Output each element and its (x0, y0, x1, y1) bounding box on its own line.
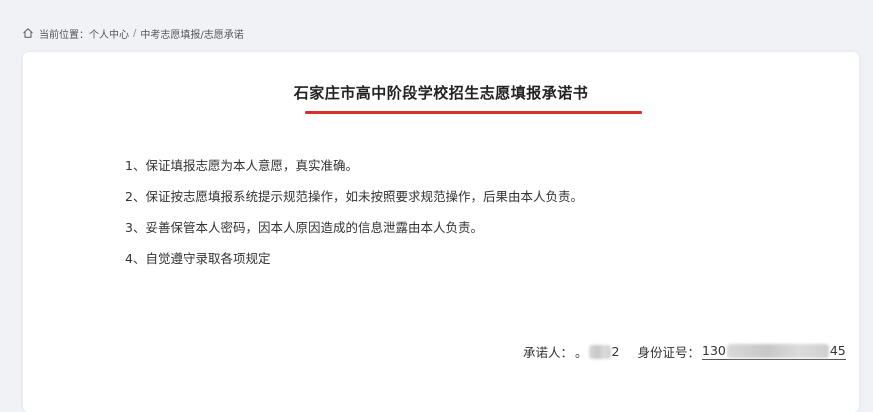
clause-item: 2、保证按志愿填报系统提示规范操作，如未按照要求规范操作，后果由本人负责。 (125, 189, 583, 204)
id-number-start: 130 (702, 343, 726, 358)
id-number-end: 45 (829, 343, 846, 358)
title-underline (305, 111, 642, 114)
breadcrumb-separator: / (133, 27, 137, 39)
signer-name-start: 。 (575, 345, 588, 360)
id-number-label: 身份证号： (637, 345, 700, 360)
redacted-name-blur (588, 344, 611, 359)
document-title: 石家庄市高中阶段学校招生志愿填报承诺书 (293, 84, 589, 102)
signer-label: 承诺人： (523, 345, 574, 360)
clause-item: 3、妥善保管本人密码，因本人原因造成的信息泄露由本人负责。 (125, 220, 483, 235)
breadcrumb-prefix: 当前位置： (39, 29, 89, 41)
breadcrumb-item-personal-center[interactable]: 个人中心 (89, 26, 129, 41)
clause-item: 4、自觉遵守录取各项规定 (125, 251, 271, 266)
commitment-card: 石家庄市高中阶段学校招生志愿填报承诺书 1、保证填报志愿为本人意愿，真实准确。 … (23, 52, 859, 412)
breadcrumb: 当前位置： 个人中心 / 中考志愿填报/志愿承诺 (22, 24, 244, 42)
id-number-value: 130 45 (702, 343, 846, 360)
breadcrumb-item-current: 中考志愿填报/志愿承诺 (140, 29, 244, 41)
signer-name-end: 2 (611, 344, 620, 359)
redacted-id-blur (726, 343, 829, 358)
home-icon (22, 27, 34, 39)
signature-row: 承诺人： 。 2 身份证号： 130 45 (523, 342, 846, 361)
signer-name: 。 2 (575, 342, 619, 361)
clause-item: 1、保证填报志愿为本人意愿，真实准确。 (125, 158, 358, 173)
commitment-clauses: 1、保证填报志愿为本人意愿，真实准确。 2、保证按志愿填报系统提示规范操作，如未… (125, 150, 583, 274)
